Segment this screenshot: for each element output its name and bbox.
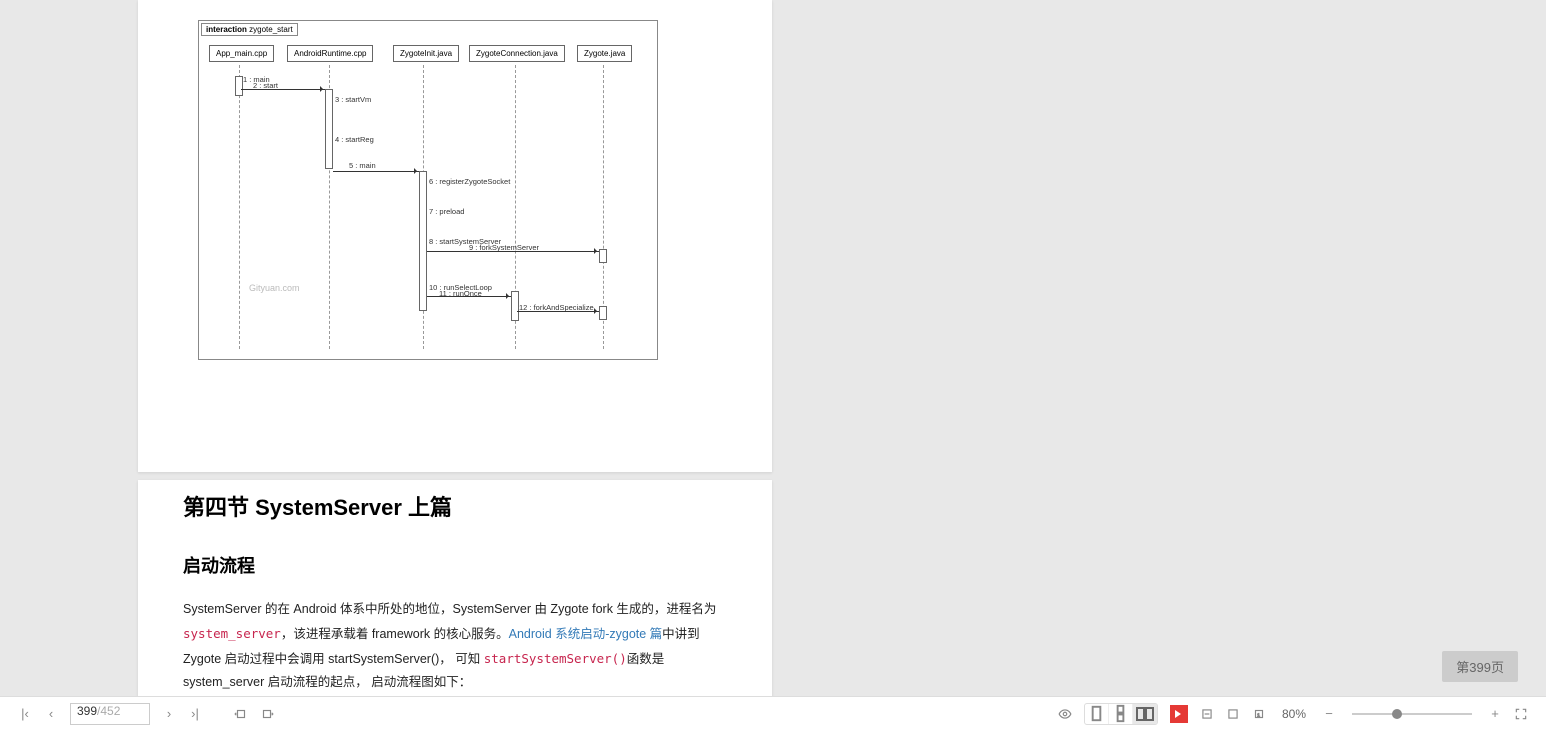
eye-icon[interactable] (1055, 704, 1075, 724)
watermark: Gityuan.com (249, 283, 300, 293)
inline-code: startSystemServer() (484, 651, 627, 666)
section-title: 第四节 SystemServer 上篇 (183, 490, 727, 522)
lifeline-box: AndroidRuntime.cpp (287, 45, 373, 62)
page-number-input[interactable]: 399/452 (70, 703, 150, 725)
svg-text:1: 1 (1257, 712, 1260, 717)
prev-page-button[interactable]: ‹ (41, 704, 61, 724)
next-page-button[interactable]: › (159, 704, 179, 724)
rotate-right-icon[interactable] (257, 704, 277, 724)
page-badge: 第399页 (1442, 651, 1518, 682)
document-viewport: interaction zygote_start App_main.cpp An… (0, 0, 1546, 696)
bottom-toolbar: |‹ ‹ 399/452 › ›| 1 80% − + (0, 696, 1546, 730)
zoom-in-button[interactable]: + (1485, 704, 1505, 724)
first-page-button[interactable]: |‹ (15, 704, 35, 724)
single-page-continuous-icon[interactable] (1109, 704, 1133, 724)
lifeline-box: ZygoteConnection.java (469, 45, 565, 62)
two-page-icon[interactable] (1133, 704, 1157, 724)
actual-size-icon[interactable]: 1 (1249, 704, 1269, 724)
play-button[interactable] (1170, 705, 1188, 723)
zoom-slider[interactable] (1352, 713, 1472, 715)
fit-width-icon[interactable] (1197, 704, 1217, 724)
inline-code: system_server (183, 626, 281, 641)
sequence-diagram: interaction zygote_start App_main.cpp An… (198, 20, 658, 360)
view-mode-toggle[interactable] (1084, 703, 1158, 725)
page-top-right: 第四节 SystemServer 上篇 启动流程 SystemServer 的在… (138, 480, 772, 696)
link[interactable]: Android 系统启动-zygote 篇 (509, 627, 663, 641)
lifeline-box: App_main.cpp (209, 45, 274, 62)
subsection-title: 启动流程 (183, 552, 727, 578)
body-paragraph: SystemServer 的在 Android 体系中所处的地位，SystemS… (183, 598, 727, 695)
lifeline-box: Zygote.java (577, 45, 632, 62)
rotate-left-icon[interactable] (231, 704, 251, 724)
zoom-out-button[interactable]: − (1319, 704, 1339, 724)
fit-page-icon[interactable] (1223, 704, 1243, 724)
diagram-title: interaction zygote_start (201, 23, 298, 36)
fullscreen-button[interactable] (1511, 704, 1531, 724)
lifeline-box: ZygoteInit.java (393, 45, 459, 62)
page-top-left: interaction zygote_start App_main.cpp An… (138, 0, 772, 472)
zoom-level: 80% (1282, 707, 1306, 721)
single-page-icon[interactable] (1085, 704, 1109, 724)
last-page-button[interactable]: ›| (185, 704, 205, 724)
